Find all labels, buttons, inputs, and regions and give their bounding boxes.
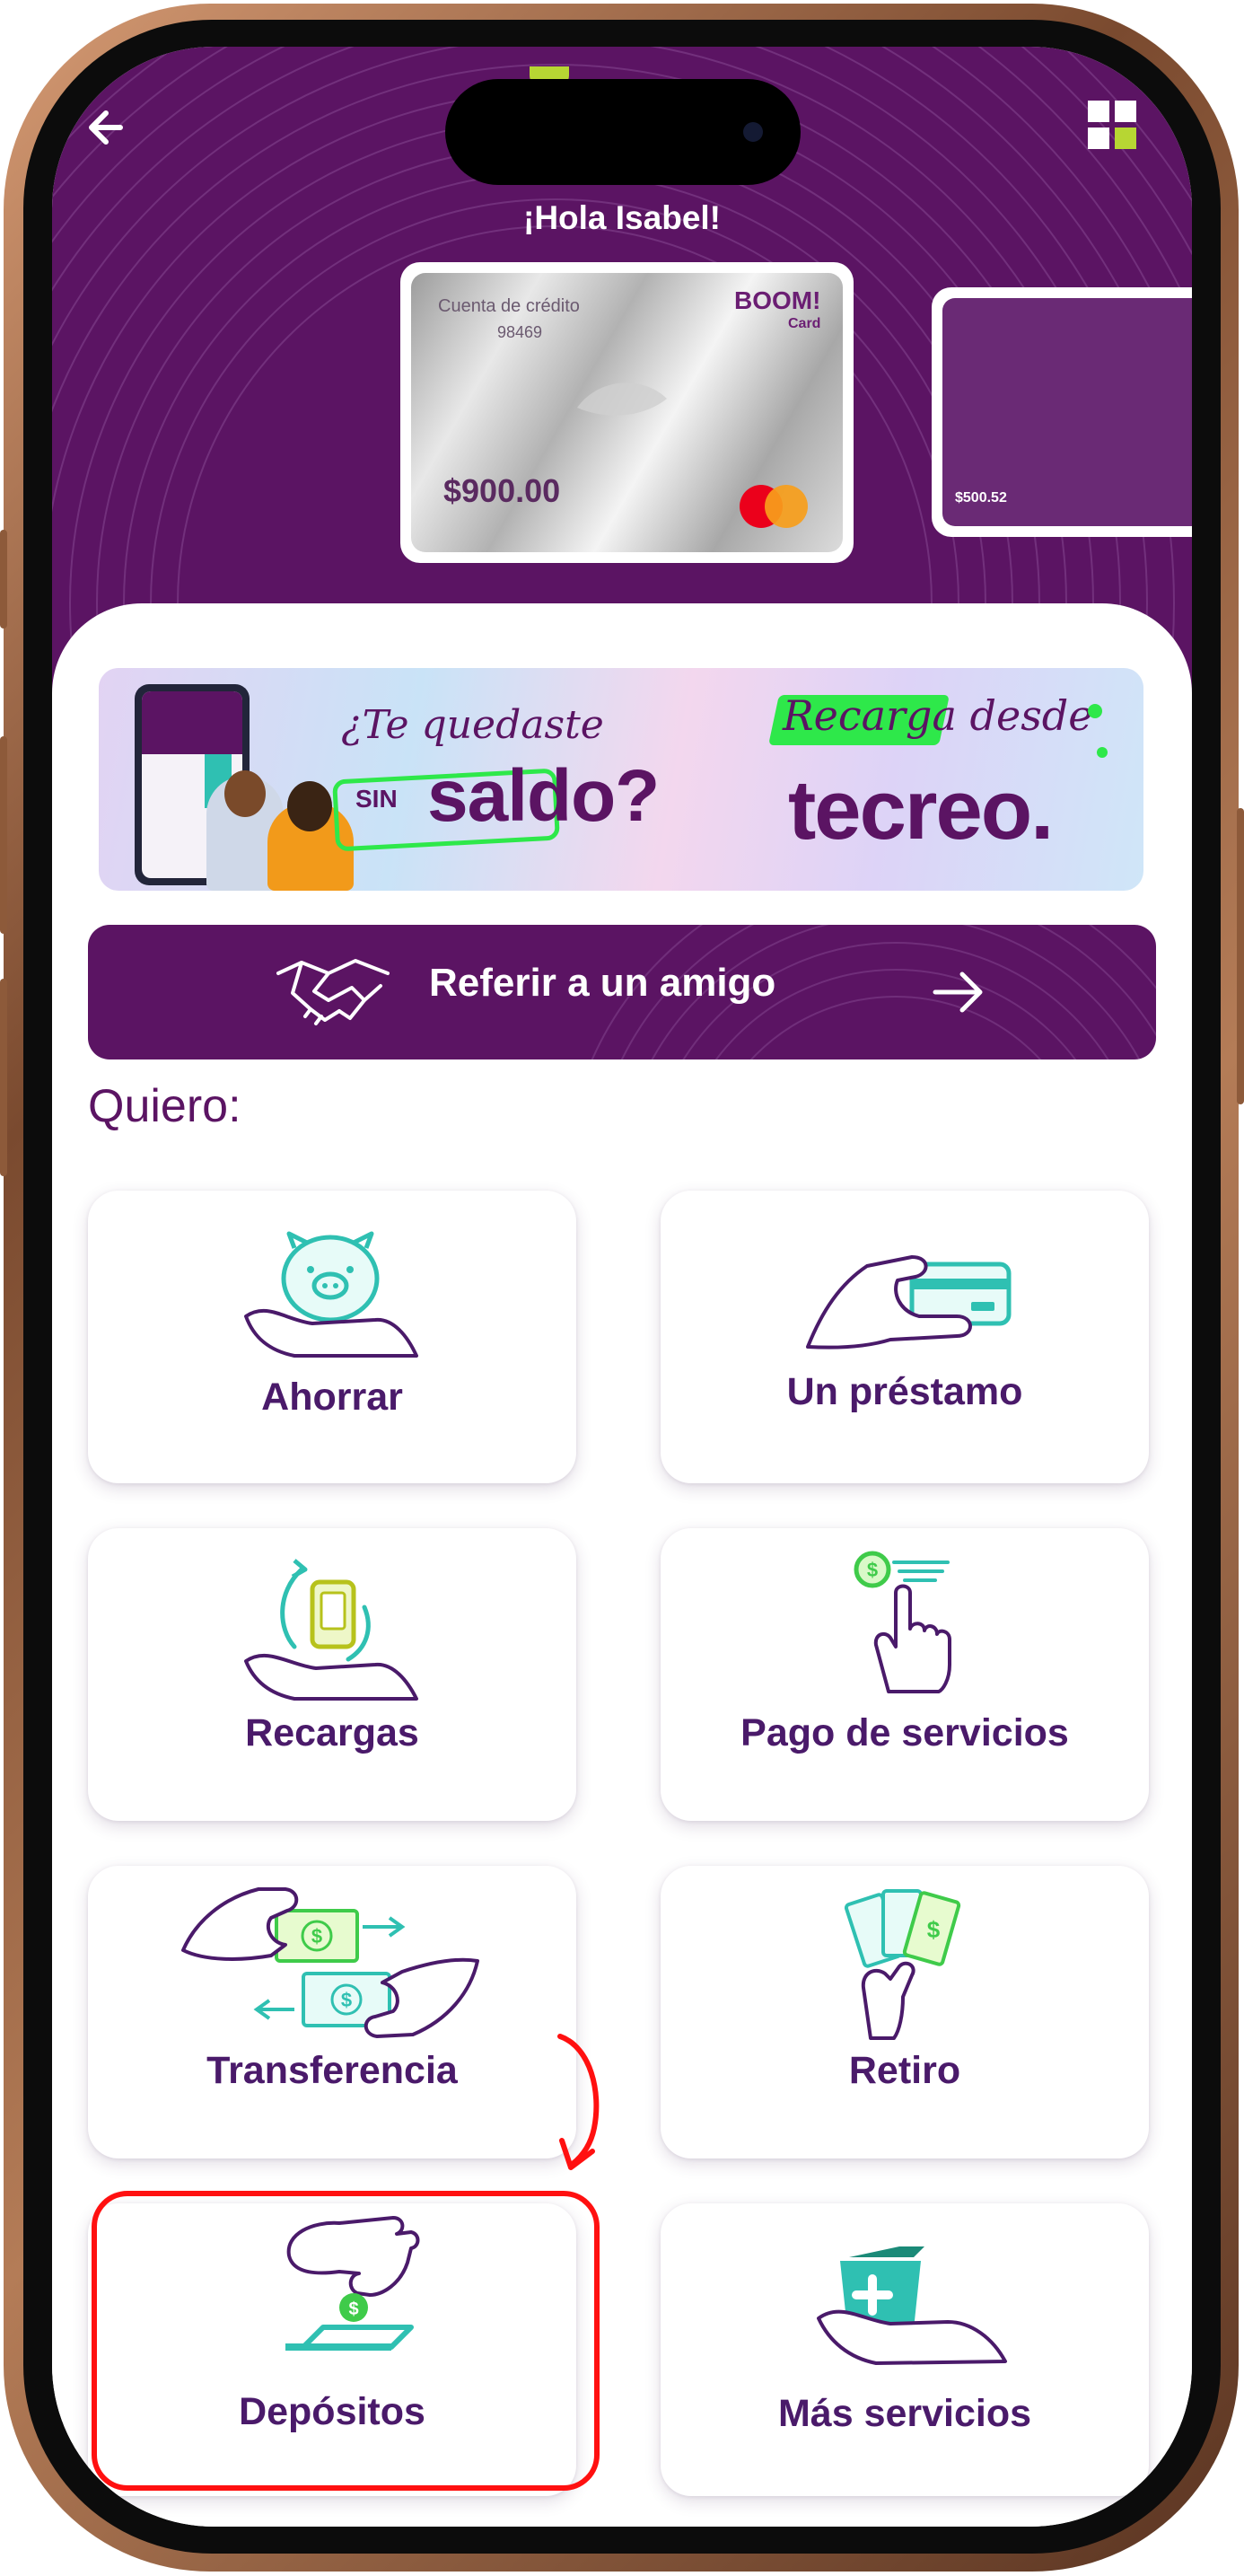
tile-mas-servicios[interactable]: Más servicios — [661, 2203, 1149, 2496]
promo-banner[interactable]: ¿Te quedaste SIN saldo? Recarga desde te… — [99, 668, 1143, 891]
phone-recharge-icon — [244, 1559, 418, 1701]
card-account-number: 98469 — [497, 323, 543, 341]
arrow-right-icon — [933, 971, 983, 1013]
card-brand-logo: BOOM! Card — [734, 286, 821, 336]
credit-card-face: Cuenta de crédito 98469 BOOM! Card $900.… — [411, 273, 843, 552]
banner-person-1-head — [224, 770, 266, 817]
banner-saldo-text: saldo? — [427, 755, 660, 837]
tile-transferencia[interactable]: $ $ Transferencia — [88, 1866, 576, 2158]
card-emblem-icon — [577, 382, 667, 416]
secondary-card-balance: $500.52 — [955, 490, 1007, 506]
app-header: ¡Hola Isabel! Cuenta de crédito 98469 BO… — [52, 47, 1192, 693]
svg-text:$: $ — [927, 1916, 941, 1943]
card-brand-sub: Card — [787, 316, 821, 331]
banner-brand-logo: tecreo. — [788, 762, 1054, 857]
arrow-left-icon — [89, 110, 123, 145]
handshake-icon — [276, 959, 390, 1025]
secondary-card[interactable]: $500.52 — [932, 287, 1192, 537]
tile-prestamo-label: Un préstamo — [786, 1370, 1023, 1413]
tile-retiro-label: Retiro — [848, 2049, 961, 2092]
volume-up-button — [0, 736, 7, 934]
menu-grid-button[interactable] — [1086, 99, 1138, 151]
svg-text:$: $ — [311, 1925, 322, 1947]
refer-friend-label: Referir a un amigo — [429, 961, 776, 1005]
app-screen: ¡Hola Isabel! Cuenta de crédito 98469 BO… — [52, 47, 1192, 2527]
section-title: Quiero: — [88, 1080, 241, 1132]
tile-ahorrar[interactable]: Ahorrar — [88, 1191, 576, 1483]
tap-payment-icon: $ — [854, 1551, 951, 1693]
piggy-bank-icon — [244, 1231, 418, 1358]
tile-pago-servicios[interactable]: $ Pago de servicios — [661, 1528, 1149, 1821]
cash-withdraw-icon: $ — [844, 1889, 961, 2040]
back-button[interactable] — [81, 99, 138, 156]
secondary-card-face: $500.52 — [942, 298, 1192, 526]
money-transfer-icon: $ $ — [181, 1887, 479, 2038]
tile-retiro[interactable]: $ Retiro — [661, 1866, 1149, 2158]
banner-person-2-head — [287, 781, 332, 831]
card-brand-name: BOOM! — [734, 286, 821, 314]
tile-pago-servicios-label: Pago de servicios — [740, 1711, 1069, 1754]
tile-recargas-label: Recargas — [245, 1711, 419, 1754]
more-services-icon — [817, 2246, 1007, 2365]
credit-card[interactable]: Cuenta de crédito 98469 BOOM! Card $900.… — [400, 262, 854, 563]
camera-dot — [743, 122, 763, 142]
refer-friend-button[interactable]: Referir a un amigo — [88, 925, 1156, 1059]
greeting-text: ¡Hola Isabel! — [523, 199, 721, 236]
banner-cta-text: Recarga desde — [783, 691, 1093, 740]
card-balance: $900.00 — [443, 472, 561, 509]
svg-text:$: $ — [341, 1989, 352, 2011]
grid-icon — [1088, 101, 1136, 149]
banner-phone-header — [142, 691, 242, 754]
power-button — [1237, 808, 1244, 1104]
tile-ahorrar-label: Ahorrar — [261, 1376, 403, 1419]
svg-text:$: $ — [867, 1559, 878, 1581]
action-button — [0, 530, 7, 629]
card-account-label: Cuenta de crédito — [438, 296, 580, 316]
tile-mas-servicios-label: Más servicios — [777, 2392, 1032, 2435]
mastercard-yellow-circle — [765, 485, 808, 528]
sparkle-icon — [1088, 704, 1108, 758]
volume-down-button — [0, 979, 7, 1176]
tile-transferencia-label: Transferencia — [206, 2049, 458, 2092]
tile-recargas[interactable]: Recargas — [88, 1528, 576, 1821]
banner-question: ¿Te quedaste — [341, 702, 604, 748]
highlight-depositos — [92, 2191, 600, 2491]
pointer-arrow-icon — [557, 2034, 600, 2170]
hand-card-icon — [806, 1255, 1012, 1350]
banner-sin-text: SIN — [355, 785, 398, 813]
tile-prestamo[interactable]: Un préstamo — [661, 1191, 1149, 1483]
